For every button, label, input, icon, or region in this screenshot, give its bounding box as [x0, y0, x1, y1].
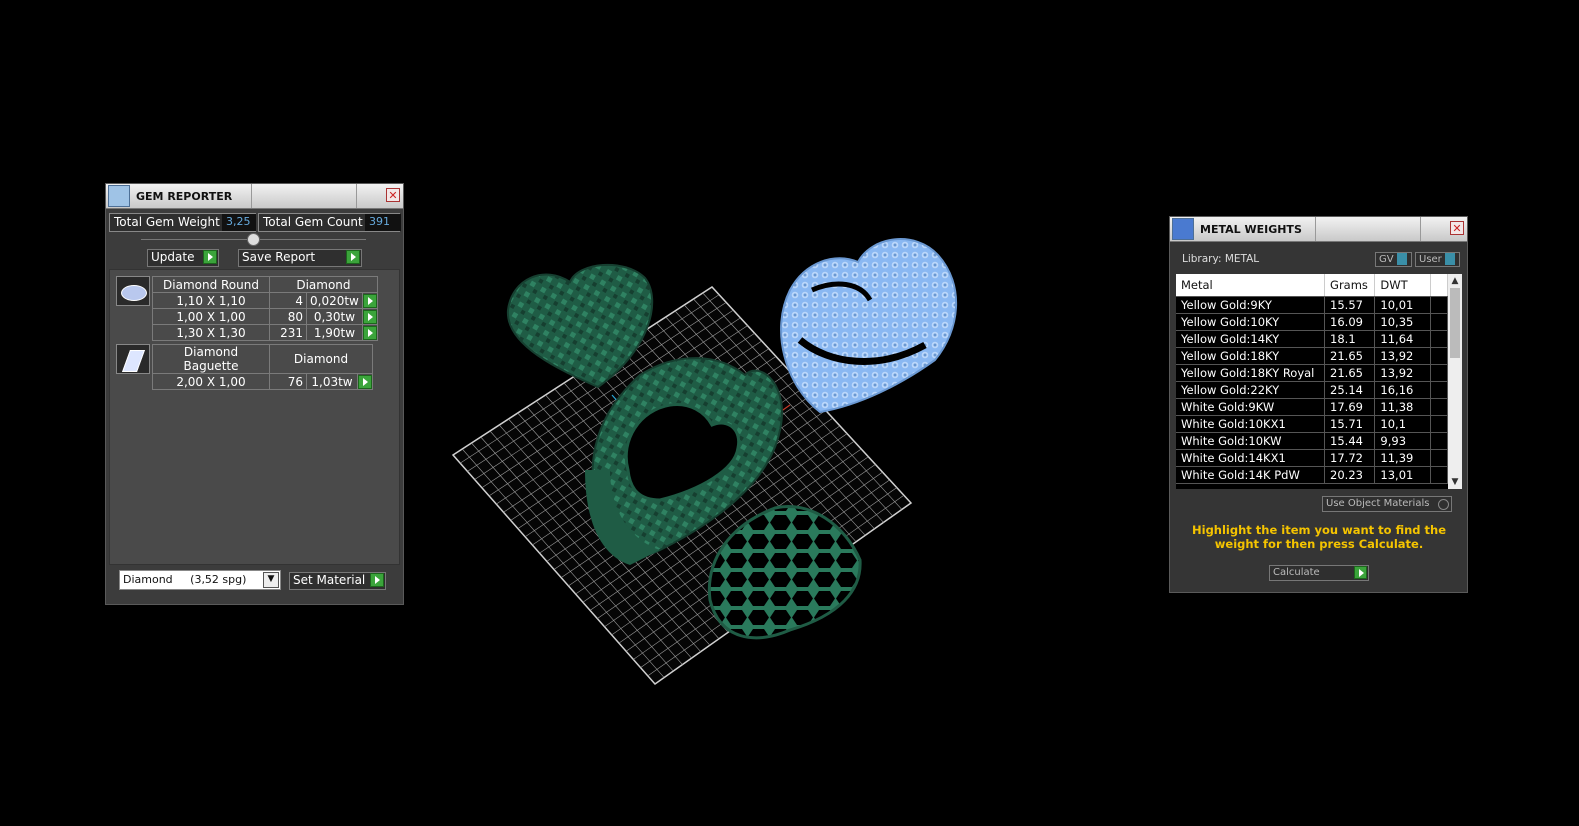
dwt-cell: 9,93 [1374, 432, 1432, 450]
table-row[interactable]: 2,00 X 1,00 76 1,03tw [152, 373, 374, 390]
scroll-down-icon[interactable]: ▼ [1448, 475, 1462, 489]
panel-title: GEM REPORTER [136, 189, 233, 203]
dwt-cell: 10,1 [1374, 415, 1432, 433]
metal-name-cell: White Gold:14K PdW [1176, 466, 1326, 484]
grams-cell: 20.23 [1324, 466, 1376, 484]
table-row[interactable]: Yellow Gold:18KY Royal 21.65 13,92 [1176, 364, 1448, 382]
update-go-icon[interactable] [203, 250, 217, 264]
metal-name-cell: Yellow Gold:10KY [1176, 313, 1326, 331]
grams-cell: 16.09 [1324, 313, 1376, 331]
table-header: Metal Grams DWT [1176, 274, 1448, 297]
update-button[interactable]: Update [147, 249, 219, 267]
dwt-cell: 11,64 [1374, 330, 1432, 348]
table-row[interactable]: 1,30 X 1,30 231 1,90tw [152, 324, 378, 341]
hint-text: Highlight the item you want to find the … [1192, 523, 1446, 551]
table-row[interactable]: White Gold:10KX1 15.71 10,1 [1176, 415, 1448, 433]
grams-cell: 15.71 [1324, 415, 1376, 433]
dwt-cell: 11,39 [1374, 449, 1432, 467]
selected-heart-model[interactable] [780, 238, 957, 414]
total-gem-count-value: 391 [365, 214, 401, 231]
row-go-icon[interactable] [362, 309, 377, 324]
table-row[interactable]: Yellow Gold:10KY 16.09 10,35 [1176, 313, 1448, 331]
metal-table: Metal Grams DWT Yellow Gold:9KY 15.57 10,0… [1176, 274, 1448, 484]
set-material-button[interactable]: Set Material [289, 572, 386, 590]
table-row[interactable]: White Gold:10KW 15.44 9,93 [1176, 432, 1448, 450]
dwt-cell: 16,16 [1374, 381, 1432, 399]
gv-button[interactable]: GV [1375, 252, 1412, 267]
toggle-icon [1438, 499, 1449, 510]
set-material-go-icon[interactable] [370, 573, 384, 587]
grams-cell: 15.44 [1324, 432, 1376, 450]
use-object-materials-button[interactable]: Use Object Materials [1322, 496, 1452, 512]
metal-name-cell: Yellow Gold:22KY [1176, 381, 1326, 399]
table-row[interactable]: Yellow Gold:22KY 25.14 16,16 [1176, 381, 1448, 399]
user-button[interactable]: User [1415, 252, 1460, 267]
gem-reporter-icon [108, 185, 130, 207]
table-row[interactable]: White Gold:14KX1 17.72 11,39 [1176, 449, 1448, 467]
metal-name-cell: Yellow Gold:18KY [1176, 347, 1326, 365]
save-report-go-icon[interactable] [346, 250, 360, 264]
grams-cell: 15.57 [1324, 296, 1376, 314]
calculate-button[interactable]: Calculate [1269, 565, 1369, 581]
metal-name-cell: Yellow Gold:9KY [1176, 296, 1326, 314]
save-report-button[interactable]: Save Report [238, 249, 362, 267]
round-gem-table: Diamond Round Diamond 1,10 X 1,10 4 0,02… [152, 276, 378, 341]
total-gem-weight-value: 3,25 [222, 214, 256, 231]
close-icon[interactable]: ✕ [1450, 221, 1464, 235]
grams-cell: 17.72 [1324, 449, 1376, 467]
table-row[interactable]: 1,10 X 1,10 4 0,020tw [152, 292, 378, 309]
metal-name-cell: Yellow Gold:18KY Royal [1176, 364, 1326, 382]
calculate-go-icon[interactable] [1354, 566, 1367, 579]
close-icon[interactable]: ✕ [386, 188, 400, 202]
baguette-gem-icon [116, 344, 150, 374]
table-row[interactable]: White Gold:9KW 17.69 11,38 [1176, 398, 1448, 416]
grams-cell: 25.14 [1324, 381, 1376, 399]
splitter-knob-icon[interactable] [247, 233, 260, 246]
info-icon [1396, 253, 1407, 265]
dwt-cell: 11,38 [1374, 398, 1432, 416]
grams-cell: 17.69 [1324, 398, 1376, 416]
grams-cell: 18.1 [1324, 330, 1376, 348]
table-row[interactable]: White Gold:14K PdW 20.23 13,01 [1176, 466, 1448, 484]
dwt-cell: 13,01 [1374, 466, 1432, 484]
grams-cell: 21.65 [1324, 347, 1376, 365]
metal-table-container: Metal Grams DWT Yellow Gold:9KY 15.57 10,0… [1176, 274, 1462, 489]
library-label: Library: METAL [1182, 253, 1260, 265]
table-row[interactable]: Yellow Gold:14KY 18.1 11,64 [1176, 330, 1448, 348]
metal-name-cell: White Gold:9KW [1176, 398, 1326, 416]
row-go-icon[interactable] [362, 293, 377, 308]
row-go-icon[interactable] [358, 374, 372, 389]
metal-weights-titlebar[interactable]: METAL WEIGHTS ✕ [1170, 217, 1467, 242]
info-icon [1444, 253, 1455, 265]
material-select[interactable]: Diamond (3,52 spg) ▼ [119, 570, 281, 590]
table-row[interactable]: 1,00 X 1,00 80 0,30tw [152, 308, 378, 325]
dwt-cell: 10,35 [1374, 313, 1432, 331]
table-row[interactable]: Yellow Gold:9KY 15.57 10,01 [1176, 296, 1448, 314]
metal-weights-icon [1172, 218, 1194, 240]
table-row[interactable]: Yellow Gold:18KY 21.65 13,92 [1176, 347, 1448, 365]
dwt-cell: 13,92 [1374, 347, 1432, 365]
metal-name-cell: White Gold:10KX1 [1176, 415, 1326, 433]
scrollbar[interactable]: ▲ ▼ [1448, 274, 1462, 489]
gem-reporter-panel: GEM REPORTER ✕ Total Gem Weight 3,25 Tot… [105, 183, 404, 605]
metal-name-cell: White Gold:10KW [1176, 432, 1326, 450]
total-gem-weight: Total Gem Weight 3,25 [109, 213, 256, 232]
dwt-cell: 13,92 [1374, 364, 1432, 382]
metal-weights-panel: METAL WEIGHTS ✕ Library: METAL GV User M… [1169, 216, 1468, 593]
chevron-down-icon[interactable]: ▼ [263, 572, 279, 588]
gem-reporter-titlebar[interactable]: GEM REPORTER ✕ [106, 184, 403, 209]
metal-name-cell: Yellow Gold:14KY [1176, 330, 1326, 348]
metal-name-cell: White Gold:14KX1 [1176, 449, 1326, 467]
dwt-cell: 10,01 [1374, 296, 1432, 314]
baguette-gem-table: Diamond Baguette Diamond 2,00 X 1,00 76 … [152, 344, 374, 390]
grams-cell: 21.65 [1324, 364, 1376, 382]
scroll-thumb[interactable] [1450, 288, 1460, 358]
total-gem-count: Total Gem Count 391 [258, 213, 401, 232]
gem-list: Diamond Round Diamond 1,10 X 1,10 4 0,02… [109, 269, 400, 565]
panel-title: METAL WEIGHTS [1200, 222, 1302, 236]
row-go-icon[interactable] [362, 325, 377, 340]
round-gem-icon [116, 276, 150, 306]
scroll-up-icon[interactable]: ▲ [1448, 274, 1462, 288]
